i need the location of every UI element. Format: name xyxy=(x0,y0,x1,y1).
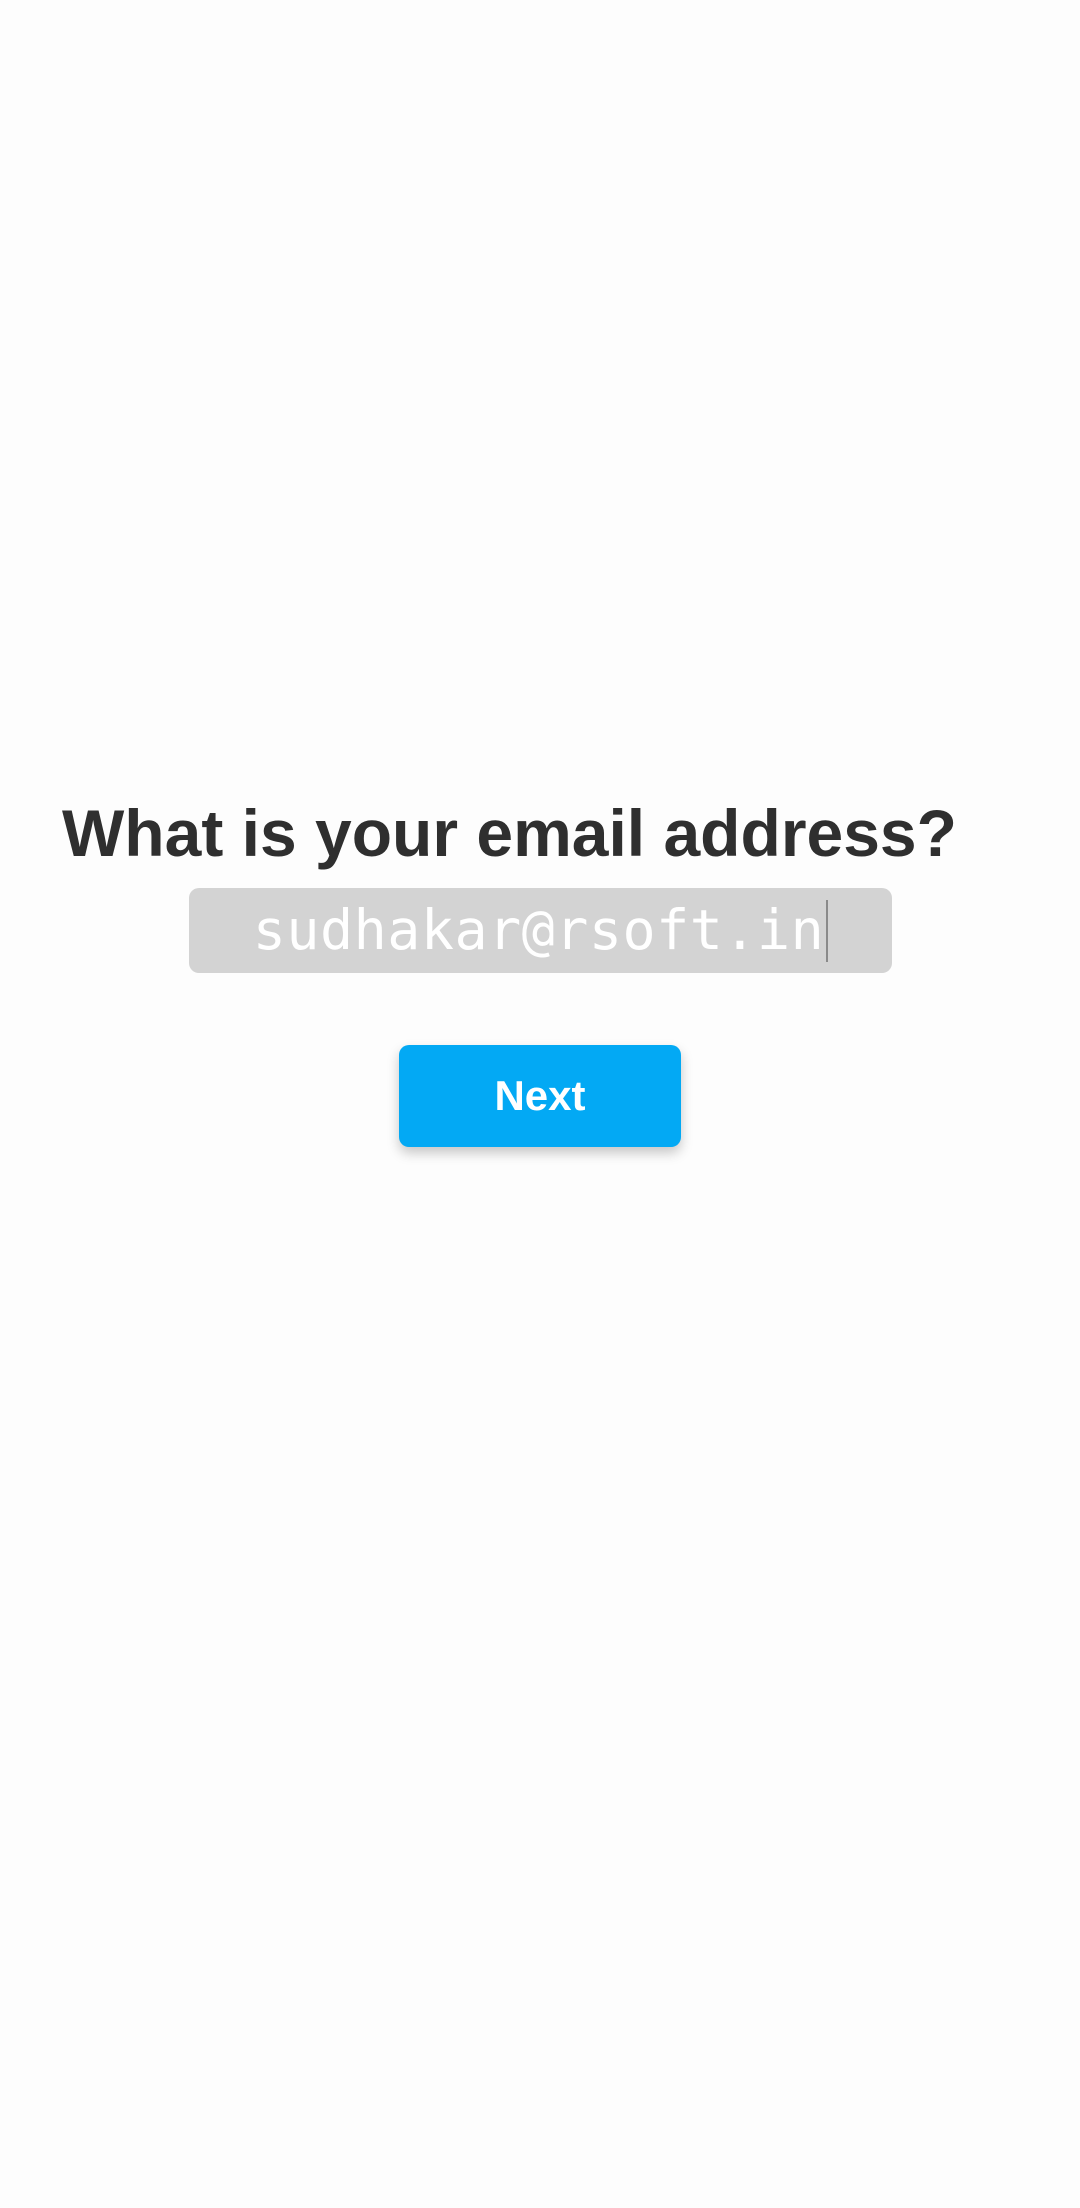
email-entry-screen: What is your email address? sudhakar@rso… xyxy=(0,0,1080,2208)
email-field-value: sudhakar@rsoft.in xyxy=(252,898,825,962)
email-field[interactable]: sudhakar@rsoft.in xyxy=(189,888,892,973)
email-question-heading: What is your email address? xyxy=(62,796,957,870)
next-button[interactable]: Next xyxy=(399,1045,681,1147)
text-cursor xyxy=(826,899,829,962)
